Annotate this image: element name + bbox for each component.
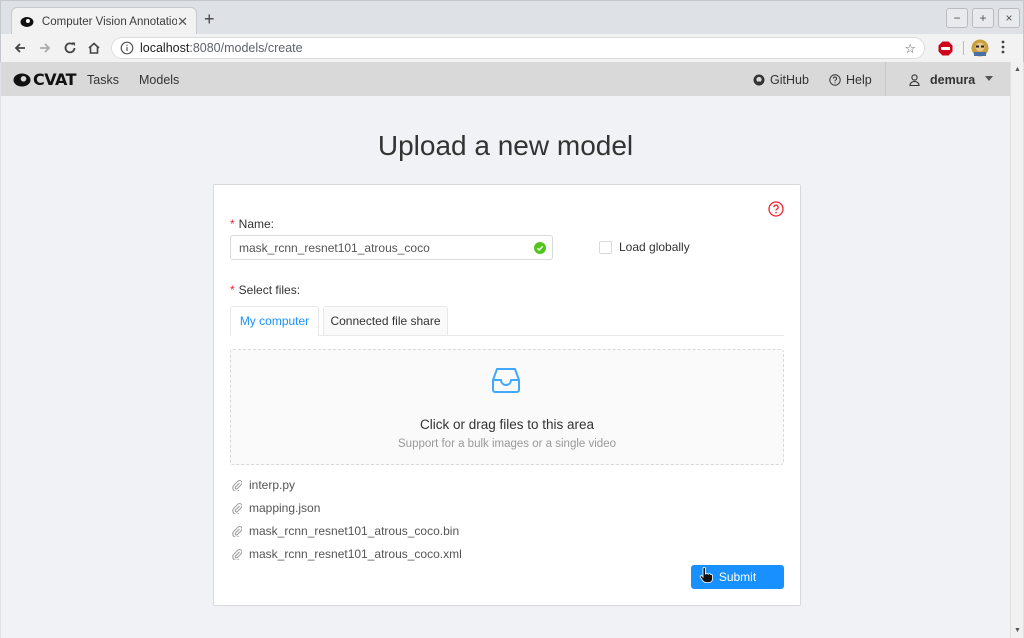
github-label: GitHub <box>770 73 809 87</box>
file-name: mask_rcnn_resnet101_atrous_coco.xml <box>249 546 462 561</box>
github-icon <box>753 74 765 86</box>
checkbox-box[interactable] <box>599 240 612 254</box>
username: demura <box>930 73 976 87</box>
model-name-value: mask_rcnn_resnet101_atrous_coco <box>239 240 430 255</box>
hand-pointer-cursor-icon <box>699 567 713 583</box>
nav-models[interactable]: Models <box>139 73 179 87</box>
user-icon <box>909 74 920 86</box>
tab-title: Computer Vision Annotation To <box>41 15 178 28</box>
file-name: interp.py <box>249 477 296 492</box>
list-item[interactable]: mask_rcnn_resnet101_atrous_coco.bin <box>232 519 462 542</box>
cvat-favicon-icon <box>20 16 34 27</box>
list-item[interactable]: interp.py <box>232 473 462 496</box>
browser-toolbar: localhost:8080/models/create ☆ <box>0 34 1024 62</box>
close-window-button[interactable]: × <box>998 8 1020 28</box>
app-header: CVAT Tasks Models GitHub Help demura <box>1 62 1010 96</box>
arrow-left-icon <box>14 43 25 53</box>
url-host: localhost <box>140 41 190 55</box>
select-files-label-text: Select files: <box>238 283 301 297</box>
reload-button[interactable] <box>61 39 79 57</box>
file-dropzone[interactable]: Click or drag files to this area Support… <box>230 349 784 465</box>
name-label-text: Name: <box>238 217 275 231</box>
chevron-down-icon[interactable] <box>985 76 993 81</box>
address-bar[interactable]: localhost:8080/models/create ☆ <box>111 37 925 59</box>
browser-menu-icon[interactable] <box>1001 40 1005 57</box>
select-files-label: * Select files: <box>230 283 300 297</box>
load-globally-label: Load globally <box>619 240 690 254</box>
logo-text: CVAT <box>33 70 77 89</box>
nav-tasks[interactable]: Tasks <box>87 73 119 87</box>
reload-icon <box>64 42 76 54</box>
new-tab-button[interactable]: + <box>204 10 215 28</box>
home-button[interactable] <box>85 39 103 57</box>
url-path: :8080/models/create <box>189 41 303 55</box>
maximize-button[interactable]: + <box>972 8 994 28</box>
minimize-button[interactable]: − <box>946 8 968 28</box>
browser-titlebar: Computer Vision Annotation To ✕ + − + × <box>0 0 1024 35</box>
tab-connected-file-share[interactable]: Connected file share <box>323 306 448 336</box>
help-link[interactable]: Help <box>829 73 872 87</box>
forward-button[interactable] <box>36 39 54 57</box>
paperclip-icon <box>232 548 242 560</box>
file-name: mapping.json <box>249 500 321 515</box>
list-item[interactable]: mapping.json <box>232 496 462 519</box>
paperclip-icon <box>232 502 242 514</box>
profile-avatar-icon[interactable] <box>971 39 989 60</box>
toolbar-divider <box>963 41 964 55</box>
cvat-eye-logo-icon <box>13 73 31 86</box>
arrow-right-icon <box>40 43 51 53</box>
required-mark: * <box>230 217 235 231</box>
question-circle-icon <box>829 74 841 86</box>
scroll-down-icon[interactable]: ▼ <box>1014 627 1021 634</box>
paperclip-icon <box>232 479 242 491</box>
dropzone-hint: Support for a bulk images or a single vi… <box>398 438 616 450</box>
cvat-logo[interactable]: CVAT <box>13 70 77 89</box>
page-title: Upload a new model <box>377 130 634 161</box>
adblock-extension-icon[interactable] <box>938 41 953 59</box>
name-label: * Name: <box>230 217 274 231</box>
upload-form-card: * Name: mask_rcnn_resnet101_atrous_coco L… <box>213 184 801 606</box>
inbox-icon <box>492 368 520 393</box>
list-item[interactable]: mask_rcnn_resnet101_atrous_coco.xml <box>232 542 462 565</box>
home-icon <box>88 42 100 54</box>
file-source-tabs: My computer Connected file share <box>230 306 784 336</box>
required-mark: * <box>230 283 235 297</box>
help-label: Help <box>846 73 872 87</box>
tab-close-icon[interactable]: ✕ <box>177 14 188 30</box>
scroll-up-icon[interactable]: ▲ <box>1014 66 1021 73</box>
uploaded-file-list: interp.py mapping.json mask_rcnn_resnet1… <box>232 473 462 565</box>
header-divider <box>885 62 886 96</box>
info-icon[interactable] <box>120 41 134 55</box>
github-link[interactable]: GitHub <box>753 73 809 87</box>
help-question-icon[interactable] <box>768 201 784 217</box>
user-menu[interactable]: demura <box>909 73 975 87</box>
back-button[interactable] <box>11 39 29 57</box>
browser-tab[interactable]: Computer Vision Annotation To ✕ <box>11 7 197 35</box>
dropzone-text: Click or drag files to this area <box>419 417 595 432</box>
load-globally-checkbox[interactable]: Load globally <box>599 240 690 254</box>
bookmark-star-icon[interactable]: ☆ <box>904 41 916 57</box>
tab-my-computer[interactable]: My computer <box>230 306 319 336</box>
page-scrollbar[interactable]: ▲ ▼ <box>1010 62 1023 638</box>
check-circle-icon <box>534 242 546 254</box>
file-name: mask_rcnn_resnet101_atrous_coco.bin <box>249 523 460 538</box>
app-viewport: CVAT Tasks Models GitHub Help demura ▲ ▼… <box>1 62 1023 638</box>
model-name-input[interactable]: mask_rcnn_resnet101_atrous_coco <box>230 235 553 260</box>
paperclip-icon <box>232 525 242 537</box>
